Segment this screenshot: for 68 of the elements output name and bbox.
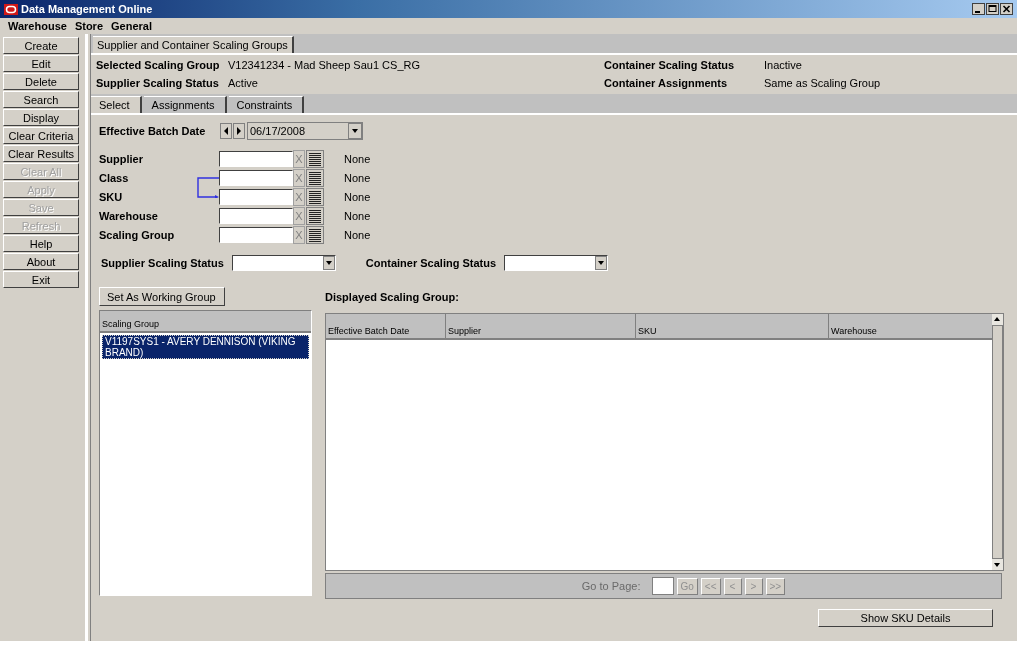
column-header: SKU xyxy=(636,314,829,338)
field-label: Supplier xyxy=(99,152,144,165)
field-value: None xyxy=(344,228,371,241)
field-value: V12341234 - Mad Sheep Sau1 CS_RG xyxy=(228,58,421,71)
input-field[interactable] xyxy=(219,150,293,167)
list-item[interactable]: V1197SYS1 - AVERY DENNISON (VIKING BRAND) xyxy=(102,335,309,359)
field-value: Active xyxy=(228,76,258,89)
field-value: None xyxy=(344,171,371,184)
field-label: Container Scaling Status xyxy=(604,58,736,71)
sidebar-button[interactable]: Create xyxy=(3,37,79,54)
connector-line xyxy=(197,177,219,198)
maximize-icon[interactable] xyxy=(986,3,999,15)
show-sku-details-button[interactable]: Show SKU Details xyxy=(818,609,993,627)
sidebar-button[interactable]: Edit xyxy=(3,55,79,72)
field-value: None xyxy=(344,152,371,165)
sidebar-button[interactable]: Clear Results xyxy=(3,145,79,162)
dropdown[interactable] xyxy=(231,255,336,271)
sidebar-button[interactable]: Display xyxy=(3,109,79,126)
date-field[interactable]: 06/17/2008 xyxy=(247,122,363,140)
field-label: SKU xyxy=(99,190,124,203)
sidebar-button[interactable]: Help xyxy=(3,235,79,252)
oval-logo-icon xyxy=(4,3,18,15)
menu-item[interactable]: Store xyxy=(74,20,103,32)
field-value: Inactive xyxy=(764,58,802,71)
input-field[interactable] xyxy=(219,188,293,205)
field-value: None xyxy=(344,209,371,222)
field-label: Supplier Scaling Status xyxy=(101,257,224,269)
sidebar-button[interactable]: Search xyxy=(3,91,79,108)
field-value: None xyxy=(344,190,371,203)
input-field[interactable] xyxy=(219,169,293,186)
sidebar-button[interactable]: Clear Criteria xyxy=(3,127,79,144)
tab[interactable]: Constraints xyxy=(228,96,305,113)
list-icon[interactable] xyxy=(306,168,324,187)
tab[interactable]: Supplier and Container Scaling Groups xyxy=(93,36,294,53)
input-field[interactable] xyxy=(219,226,293,243)
section-title: Displayed Scaling Group: xyxy=(325,289,460,305)
sidebar-button[interactable]: Delete xyxy=(3,73,79,90)
tab[interactable]: Assignments xyxy=(143,96,227,113)
field-label: Effective Batch Date xyxy=(99,125,207,137)
minimize-icon[interactable] xyxy=(972,3,985,15)
dropdown[interactable] xyxy=(504,255,609,271)
tab[interactable]: Select xyxy=(91,96,142,113)
column-header: Scaling Group xyxy=(100,311,311,333)
window-title: Data Management Online xyxy=(21,3,153,15)
field-label: Container Scaling Status xyxy=(365,257,497,269)
list-icon[interactable] xyxy=(306,149,324,168)
menu-item[interactable]: Warehouse xyxy=(8,20,67,32)
field-value: Same as Scaling Group xyxy=(764,76,881,89)
field-label: Class xyxy=(99,171,130,184)
input-field[interactable] xyxy=(219,207,293,224)
column-header: Supplier xyxy=(446,314,636,338)
menu-item[interactable]: General xyxy=(111,20,152,32)
sidebar-button[interactable]: About xyxy=(3,253,79,270)
sidebar-button[interactable]: Exit xyxy=(3,271,79,288)
field-label: Scaling Group xyxy=(99,228,176,241)
list-icon[interactable] xyxy=(306,206,324,225)
close-icon[interactable] xyxy=(1000,3,1013,15)
pager-label: Go to Page: xyxy=(581,580,641,592)
set-working-group-button[interactable]: Set As Working Group xyxy=(99,287,225,306)
field-label: Selected Scaling Group xyxy=(96,58,221,71)
column-header: Effective Batch Date xyxy=(326,314,446,338)
scrollbar[interactable] xyxy=(992,314,1003,570)
field-label: Warehouse xyxy=(99,209,159,222)
list-icon[interactable] xyxy=(306,225,324,244)
field-label: Supplier Scaling Status xyxy=(96,76,220,89)
field-label: Container Assignments xyxy=(604,76,729,89)
list-icon[interactable] xyxy=(306,187,324,206)
page-input[interactable] xyxy=(651,577,674,595)
